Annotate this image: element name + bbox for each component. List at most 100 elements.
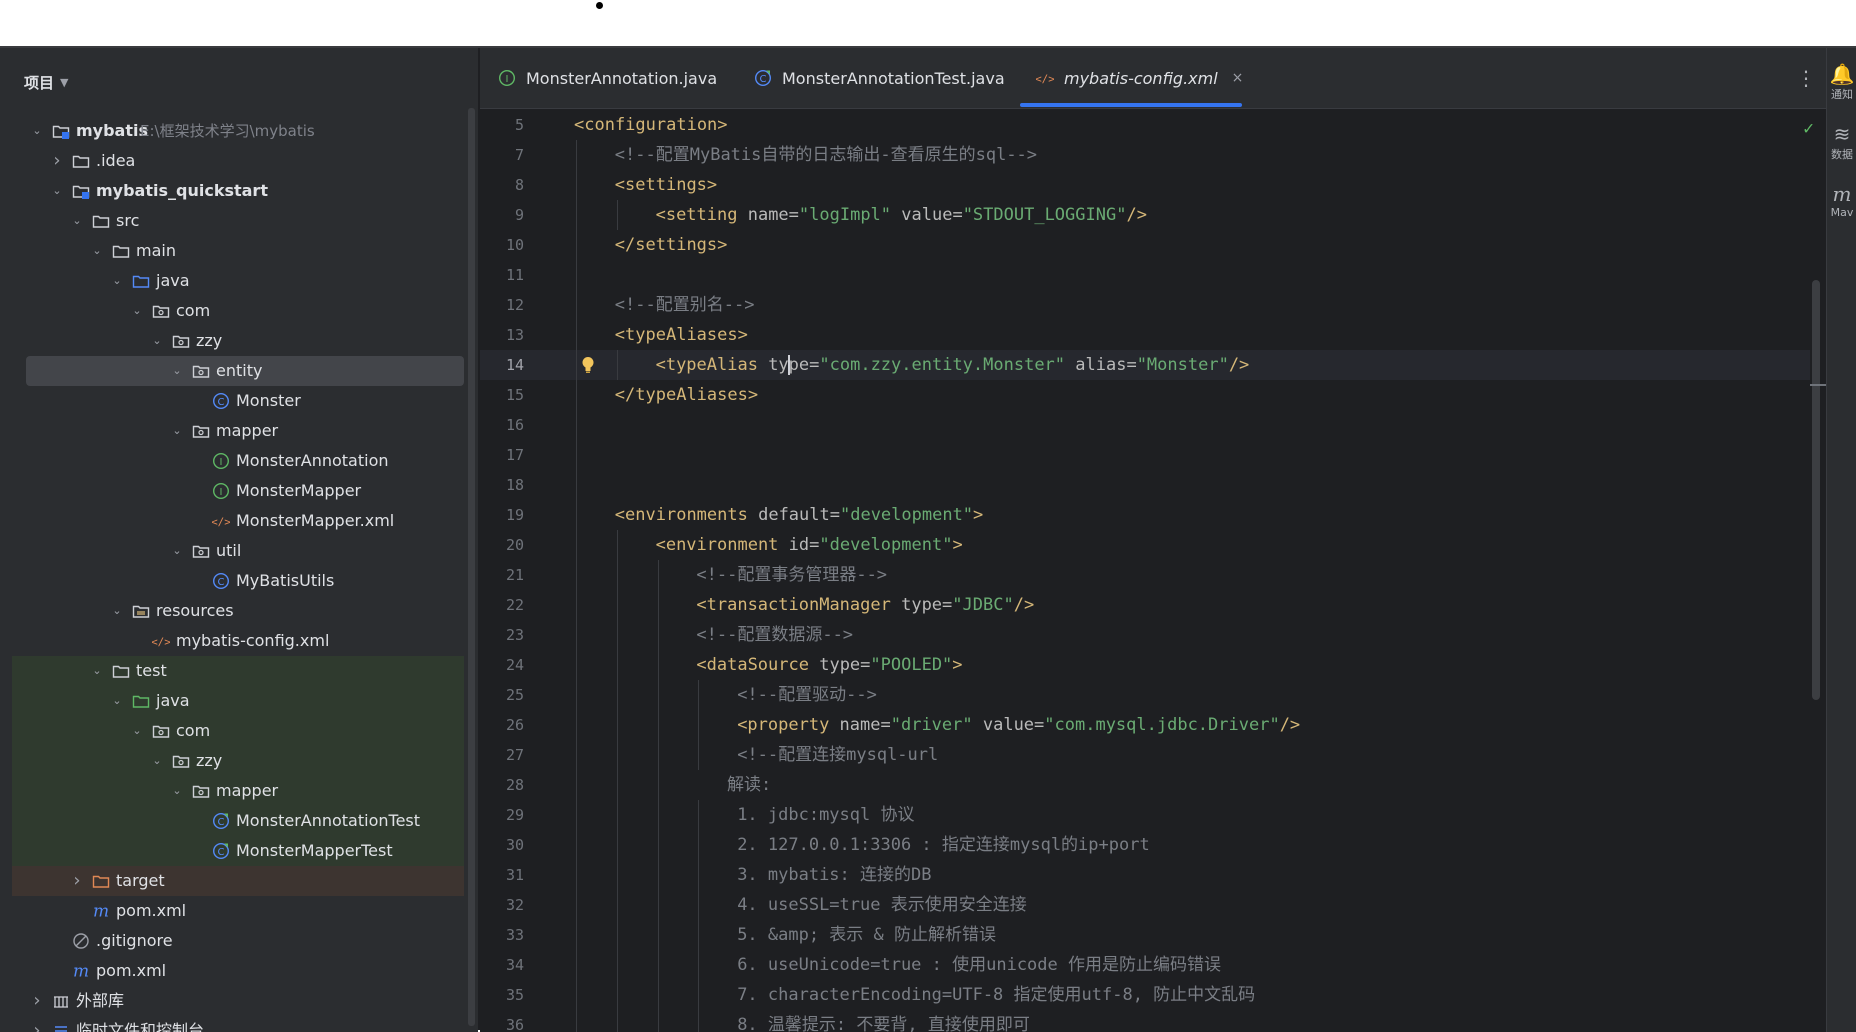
tree-item[interactable]: ⌄ mybatis E:\框架技术学习\mybatis [0, 116, 478, 146]
code-editor[interactable]: ✓ 5 <configuration> 7 <!--配置MyBatis自带的日志输出-… [480, 110, 1826, 1032]
tree-item[interactable]: ⌄ mapper [0, 416, 478, 446]
code-line[interactable]: 35 7. characterEncoding=UTF-8 指定使用utf-8, … [480, 980, 1810, 1010]
notifications-icon[interactable]: 🔔 通知 [1827, 62, 1856, 102]
tree-item[interactable]: › 外部库 [0, 986, 478, 1016]
lightbulb-icon[interactable] [581, 356, 595, 374]
tree-item[interactable]: C MonsterAnnotationTest [0, 806, 478, 836]
code-line[interactable]: 12 <!--配置别名--> [480, 290, 1810, 320]
code-line[interactable]: 18 [480, 470, 1810, 500]
chevron-down-icon[interactable]: ⌄ [170, 356, 184, 386]
code-line[interactable]: 23 <!--配置数据源--> [480, 620, 1810, 650]
tree-item[interactable]: ⌄ com [0, 296, 478, 326]
database-icon[interactable]: ≋ 数据 [1827, 122, 1856, 162]
tree-item[interactable]: ⌄ java [0, 266, 478, 296]
tree-item[interactable]: I MonsterMapper [0, 476, 478, 506]
project-scrollbar[interactable] [468, 108, 475, 1026]
code-line[interactable]: 26 <property name="driver" value="com.mys… [480, 710, 1810, 740]
maven-icon[interactable]: m Mav [1827, 182, 1856, 219]
line-number[interactable]: 27 [480, 740, 524, 770]
editor-vertical-scrollbar[interactable] [1812, 280, 1820, 700]
line-number[interactable]: 28 [480, 770, 524, 800]
tree-item[interactable]: ⌄ zzy [0, 326, 478, 356]
code-line[interactable]: 25 <!--配置驱动--> [480, 680, 1810, 710]
chevron-down-icon[interactable]: ⌄ [130, 716, 144, 746]
chevron-down-icon[interactable]: ⌄ [170, 536, 184, 566]
line-number[interactable]: 14 [480, 350, 524, 380]
line-number[interactable]: 35 [480, 980, 524, 1010]
code-line[interactable]: 17 [480, 440, 1810, 470]
line-number[interactable]: 29 [480, 800, 524, 830]
chevron-down-icon[interactable]: ⌄ [170, 776, 184, 806]
code-line[interactable]: 16 [480, 410, 1810, 440]
line-number[interactable]: 16 [480, 410, 524, 440]
line-number[interactable]: 30 [480, 830, 524, 860]
chevron-down-icon[interactable]: ⌄ [170, 416, 184, 446]
code-line[interactable]: 13 <typeAliases> [480, 320, 1810, 350]
code-line[interactable]: 7 <!--配置MyBatis自带的日志输出-查看原生的sql--> [480, 140, 1810, 170]
line-number[interactable]: 34 [480, 950, 524, 980]
code-line[interactable]: 32 4. useSSL=true 表示使用安全连接 [480, 890, 1810, 920]
line-number[interactable]: 19 [480, 500, 524, 530]
chevron-down-icon[interactable]: ⌄ [50, 176, 64, 206]
project-view-selector[interactable]: 项目 ▼ [24, 70, 68, 94]
code-line[interactable]: 30 2. 127.0.0.1:3306 : 指定连接mysql的ip+port [480, 830, 1810, 860]
tree-item[interactable]: .gitignore [0, 926, 478, 956]
line-number[interactable]: 15 [480, 380, 524, 410]
code-line[interactable]: 21 <!--配置事务管理器--> [480, 560, 1810, 590]
line-number[interactable]: 12 [480, 290, 524, 320]
line-number[interactable]: 8 [480, 170, 524, 200]
line-number[interactable]: 32 [480, 890, 524, 920]
line-number[interactable]: 17 [480, 440, 524, 470]
line-number[interactable]: 36 [480, 1010, 524, 1032]
code-line[interactable]: 10 </settings> [480, 230, 1810, 260]
line-number[interactable]: 25 [480, 680, 524, 710]
tree-item[interactable]: </> MonsterMapper.xml [0, 506, 478, 536]
editor-tab[interactable]: C MonsterAnnotationTest.java [754, 48, 1005, 108]
code-line[interactable]: 36 8. 温馨提示: 不要背, 直接使用即可 [480, 1010, 1810, 1032]
code-line[interactable]: 29 1. jdbc:mysql 协议 [480, 800, 1810, 830]
line-number[interactable]: 26 [480, 710, 524, 740]
tree-item[interactable]: m pom.xml [0, 896, 478, 926]
code-line[interactable]: 5 <configuration> [480, 110, 1810, 140]
code-line[interactable]: 15 </typeAliases> [480, 380, 1810, 410]
tree-item[interactable]: ⌄ zzy [0, 746, 478, 776]
chevron-down-icon[interactable]: ⌄ [90, 656, 104, 686]
code-line[interactable]: 33 5. &amp; 表示 & 防止解析错误 [480, 920, 1810, 950]
tree-item[interactable]: ⌄ entity [0, 356, 478, 386]
tree-item[interactable]: </> mybatis-config.xml [0, 626, 478, 656]
tree-item[interactable]: I MonsterAnnotation [0, 446, 478, 476]
code-line[interactable]: 24 <dataSource type="POOLED"> [480, 650, 1810, 680]
tree-item[interactable]: ⌄ java [0, 686, 478, 716]
code-line[interactable]: 27 <!--配置连接mysql-url [480, 740, 1810, 770]
code-line[interactable]: 19 <environments default="development"> [480, 500, 1810, 530]
tree-item[interactable]: › target [0, 866, 478, 896]
code-line[interactable]: 8 <settings> [480, 170, 1810, 200]
tree-item[interactable]: ⌄ util [0, 536, 478, 566]
code-line[interactable]: 34 6. useUnicode=true : 使用unicode 作用是防止编码… [480, 950, 1810, 980]
line-number[interactable]: 13 [480, 320, 524, 350]
chevron-down-icon[interactable]: ⌄ [150, 326, 164, 356]
line-number[interactable]: 20 [480, 530, 524, 560]
chevron-down-icon[interactable]: ⌄ [150, 746, 164, 776]
chevron-down-icon[interactable]: ⌄ [130, 296, 144, 326]
code-line[interactable]: 14 <typeAlias type="com.zzy.entity.Monste… [480, 350, 1810, 380]
line-number[interactable]: 33 [480, 920, 524, 950]
line-number[interactable]: 10 [480, 230, 524, 260]
tree-item[interactable]: m pom.xml [0, 956, 478, 986]
tree-item[interactable]: ⌄ main [0, 236, 478, 266]
chevron-down-icon[interactable]: ⌄ [110, 266, 124, 296]
code-line[interactable]: 20 <environment id="development"> [480, 530, 1810, 560]
tree-item[interactable]: ⌄ com [0, 716, 478, 746]
tree-item[interactable]: › .idea [0, 146, 478, 176]
chevron-right-icon[interactable]: › [70, 866, 84, 896]
line-number[interactable]: 5 [480, 110, 524, 140]
chevron-down-icon[interactable]: ⌄ [70, 206, 84, 236]
tree-item[interactable]: C MyBatisUtils [0, 566, 478, 596]
tree-item[interactable]: C MonsterMapperTest [0, 836, 478, 866]
line-number[interactable]: 23 [480, 620, 524, 650]
line-number[interactable]: 9 [480, 200, 524, 230]
line-number[interactable]: 18 [480, 470, 524, 500]
chevron-right-icon[interactable]: › [30, 986, 44, 1016]
editor-tab[interactable]: I MonsterAnnotation.java [498, 48, 717, 108]
tree-item[interactable]: ⌄ mybatis_quickstart [0, 176, 478, 206]
